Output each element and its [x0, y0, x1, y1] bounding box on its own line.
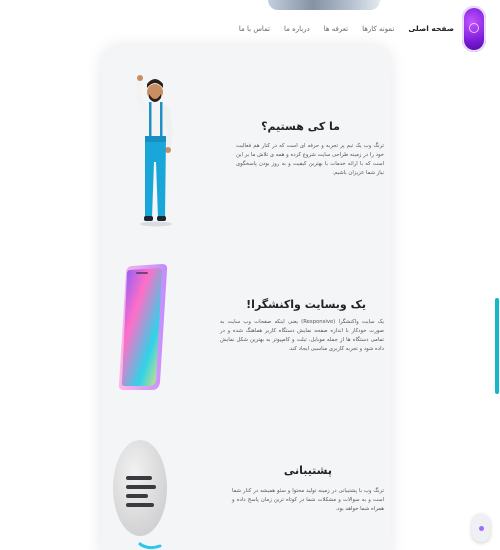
section-title-support: پشتیبانی: [283, 464, 332, 477]
section-text-responsive: یک سایت واکنشگرا (Responsive) یعنی اینکه…: [220, 319, 384, 352]
section-title-responsive: یک وبسایت واکنشگرا!: [246, 298, 366, 311]
back-to-top-button[interactable]: [472, 514, 490, 542]
nav-link-portfolio[interactable]: نمونه کارها: [362, 25, 394, 33]
nav-link-pricing[interactable]: تعرفه ها: [324, 25, 348, 33]
nav-link-contact[interactable]: تماس با ما: [239, 25, 270, 33]
section-title-who-we-are: ما کی هستیم؟: [261, 120, 340, 133]
logo-sparkle-icon: [469, 23, 479, 33]
nav-link-about[interactable]: درباره ما: [284, 25, 310, 33]
scrollbar-thumb[interactable]: [495, 298, 499, 394]
waving-man-illustration: [134, 75, 174, 227]
gradient-phone-illustration: [118, 264, 168, 390]
nav-link-home[interactable]: صفحه اصلی: [408, 24, 454, 33]
section-text-support: ترنگ وب با پشتیبانی در زمینه تولید محتوا…: [232, 488, 384, 512]
page-scrollbar[interactable]: [494, 0, 500, 550]
chat-bubble-illustration: [113, 440, 167, 550]
brand-logo-icon[interactable]: [462, 6, 486, 52]
arrow-up-icon: [478, 525, 484, 531]
section-text-who-we-are: ترنگ وب یک تیم پر تجربه و حرفه ای است که…: [236, 143, 384, 176]
cropped-hero-image: [268, 0, 380, 10]
main-nav: صفحه اصلی نمونه کارها تعرفه ها درباره ما…: [239, 24, 454, 33]
